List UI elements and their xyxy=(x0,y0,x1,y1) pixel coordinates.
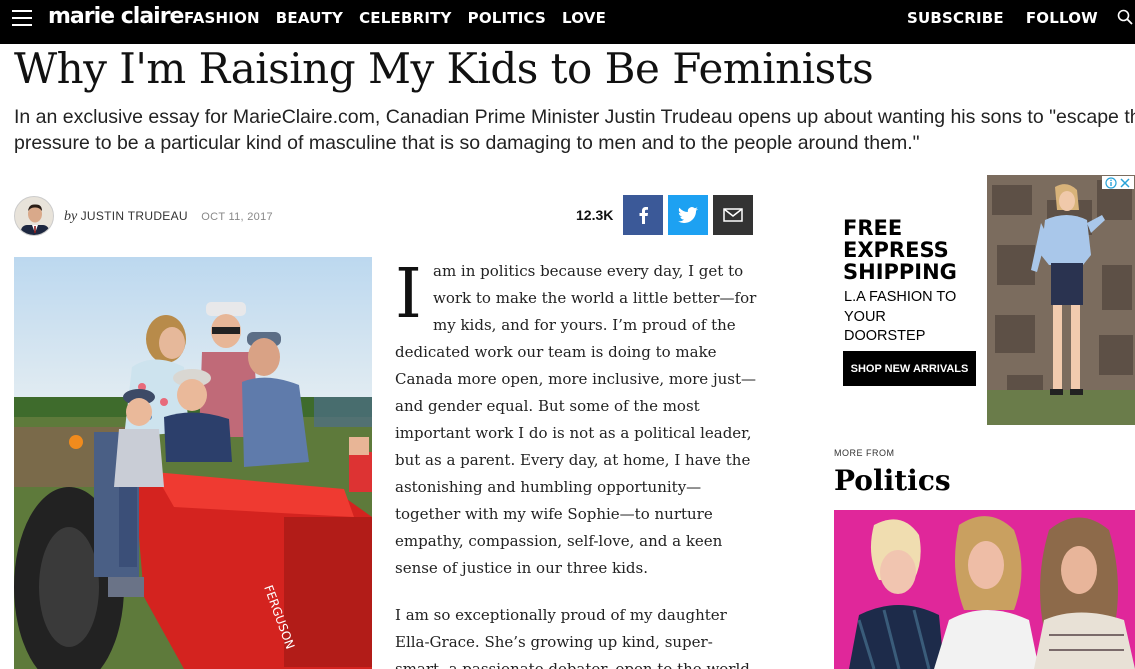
twitter-share-button[interactable] xyxy=(668,195,708,235)
body-line: my kids, and for yours. I’m proud of the xyxy=(433,316,736,334)
follow-link[interactable]: FOLLOW xyxy=(1026,9,1098,27)
body-line: astonishing and humbling opportunity— xyxy=(395,478,702,496)
ad-shop-button[interactable]: SHOP NEW ARRIVALS xyxy=(843,351,976,386)
byline-by: by xyxy=(64,209,78,224)
search-icon[interactable] xyxy=(1117,9,1133,25)
ad-title-line: SHIPPING xyxy=(843,260,957,284)
mail-icon xyxy=(723,208,743,222)
body-line: Canada more open, more inclusive, more j… xyxy=(395,370,756,388)
ad-sub-line: DOORSTEP xyxy=(844,328,926,344)
body-line: and gender equal. But some of the most xyxy=(395,397,700,415)
article-paragraph: I am in politics because every day, I ge… xyxy=(395,255,757,582)
facebook-icon xyxy=(639,207,648,224)
nav-right: SUBSCRIBE FOLLOW xyxy=(907,9,1098,27)
more-from-title[interactable]: Politics xyxy=(834,464,951,497)
dropcap: I xyxy=(395,255,422,334)
nav-item-beauty[interactable]: BEAUTY xyxy=(276,9,343,27)
body-line: Ella-Grace. She’s growing up kind, super… xyxy=(395,633,713,651)
share-count: 12.3K xyxy=(576,207,614,223)
dek-line: pressure to be a particular kind of masc… xyxy=(14,132,920,154)
nav-item-politics[interactable]: POLITICS xyxy=(468,9,546,27)
adchoices-icon[interactable] xyxy=(1102,176,1134,189)
twitter-icon xyxy=(678,207,698,223)
article-paragraph: I am so exceptionally proud of my daught… xyxy=(395,602,755,669)
email-share-button[interactable] xyxy=(713,195,753,235)
author-name[interactable]: JUSTIN TRUDEAU xyxy=(81,209,188,223)
dek-line: In an exclusive essay for MarieClaire.co… xyxy=(14,106,1135,128)
body-line: empathy, compassion, self-love, and a ke… xyxy=(395,532,723,550)
nav-item-fashion[interactable]: FASHION xyxy=(184,9,260,27)
related-article-image[interactable] xyxy=(834,510,1135,669)
body-line: but as a parent. Every day, at home, I h… xyxy=(395,451,751,469)
ad-title-line: FREE xyxy=(843,216,903,240)
hamburger-icon[interactable] xyxy=(12,10,32,26)
body-line: dedicated work our team is doing to make xyxy=(395,343,717,361)
facebook-share-button[interactable] xyxy=(623,195,663,235)
author-avatar[interactable] xyxy=(14,196,54,236)
main-nav: FASHION BEAUTY CELEBRITY POLITICS LOVE xyxy=(184,9,606,27)
article-photo: FERGUSON xyxy=(14,257,372,669)
top-navbar: marie claire FASHION BEAUTY CELEBRITY PO… xyxy=(0,0,1135,44)
body-line: together with my wife Sophie—to nurture xyxy=(395,505,713,523)
body-line: I am so exceptionally proud of my daught… xyxy=(395,606,727,624)
publish-date: OCT 11, 2017 xyxy=(201,211,273,223)
subscribe-link[interactable]: SUBSCRIBE xyxy=(907,9,1004,27)
article-dek: In an exclusive essay for MarieClaire.co… xyxy=(14,104,1135,156)
article-body: I am in politics because every day, I ge… xyxy=(395,255,757,669)
ad-title-line: EXPRESS xyxy=(843,238,949,262)
nav-item-celebrity[interactable]: CELEBRITY xyxy=(359,9,452,27)
ad-banner[interactable]: FREE EXPRESS SHIPPING L.A FASHION TO YOU… xyxy=(834,175,1135,425)
nav-item-love[interactable]: LOVE xyxy=(562,9,606,27)
ad-title: FREE EXPRESS SHIPPING xyxy=(843,217,957,283)
body-line: am in politics because every day, I get … xyxy=(433,262,744,280)
ad-sub-line: YOUR xyxy=(844,308,886,325)
ad-sub-line: L.A FASHION TO xyxy=(844,289,957,305)
ad-subtitle: L.A FASHION TO YOUR DOORSTEP xyxy=(844,288,956,347)
site-logo[interactable]: marie claire xyxy=(48,4,184,29)
ad-model-image xyxy=(987,175,1135,425)
more-from-label: MORE FROM xyxy=(834,448,895,458)
body-line: sense of justice in our three kids. xyxy=(395,559,649,577)
byline: by JUSTIN TRUDEAU OCT 11, 2017 xyxy=(64,209,273,225)
body-line: important work I do is not as a politica… xyxy=(395,424,752,442)
body-line: smart, a passionate debater, open to the… xyxy=(395,660,750,669)
article-headline: Why I'm Raising My Kids to Be Feminists xyxy=(14,44,874,93)
body-line: work to make the world a little better—f… xyxy=(433,289,757,307)
